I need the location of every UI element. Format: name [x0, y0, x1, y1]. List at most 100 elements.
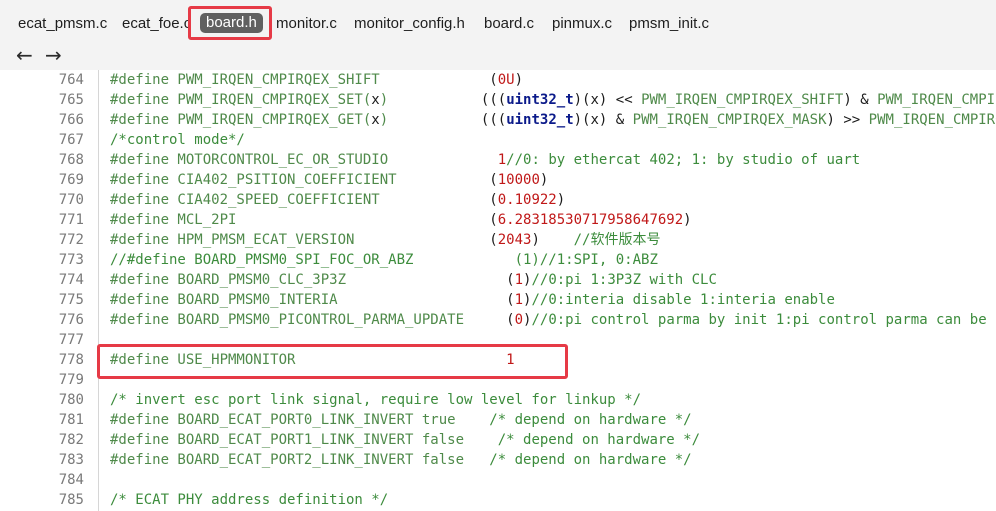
- code-line[interactable]: #define PWM_IRQEN_CMPIRQEX_SHIFT (0U): [110, 70, 523, 90]
- code-line[interactable]: #define BOARD_PMSM0_PICONTROL_PARMA_UPDA…: [110, 310, 996, 330]
- line-number: 776: [58, 312, 84, 328]
- code-token: (: [489, 172, 498, 188]
- code-token: /* ECAT PHY address definition */: [110, 492, 389, 508]
- editor-guide-line: [98, 70, 99, 511]
- code-token: ) &: [843, 92, 878, 108]
- code-line[interactable]: /*control mode*/: [110, 130, 245, 150]
- code-editor[interactable]: 764 765 766 767 768 769 770 771 772 773 774 775 776 7…: [0, 70, 996, 511]
- tab-board-c[interactable]: board.c: [484, 15, 534, 33]
- code-token: (: [506, 312, 515, 328]
- code-token: x: [371, 112, 380, 128]
- code-token: #define HPM_PMSM_ECAT_VERSION: [110, 232, 490, 248]
- code-line[interactable]: #define BOARD_ECAT_PORT1_LINK_INVERT fal…: [110, 430, 700, 450]
- code-line[interactable]: #define BOARD_ECAT_PORT2_LINK_INVERT fal…: [110, 450, 692, 470]
- editor-tab-bar: ecat_pmsm.c ecat_foe.c board.h monitor.c…: [0, 0, 996, 40]
- code-line[interactable]: #define BOARD_PMSM0_INTERIA (1)//0:inter…: [110, 290, 835, 310]
- code-token: (: [489, 192, 498, 208]
- code-line[interactable]: #define PWM_IRQEN_CMPIRQEX_GET(x) (((uin…: [110, 110, 996, 130]
- line-number: 782: [58, 432, 84, 448]
- code-line[interactable]: #define BOARD_ECAT_PORT0_LINK_INVERT tru…: [110, 410, 692, 430]
- code-line[interactable]: /* ECAT PHY address definition */: [110, 490, 388, 510]
- code-token: 1: [497, 152, 507, 168]
- code-token: #define PWM_IRQEN_CMPIRQEX_GET(: [110, 112, 372, 128]
- code-token: (: [489, 232, 498, 248]
- code-token: #define CIA402_SPEED_COEFFICIENT: [110, 192, 490, 208]
- tab-pmsm-init-c[interactable]: pmsm_init.c: [629, 15, 709, 33]
- code-line[interactable]: #define HPM_PMSM_ECAT_VERSION (2043) //软…: [110, 230, 660, 250]
- line-number: 774: [58, 272, 84, 288]
- line-number: 769: [58, 172, 84, 188]
- code-token: /* depend on hardware */: [464, 432, 701, 448]
- code-token: ): [556, 192, 566, 208]
- code-token: (: [506, 292, 515, 308]
- line-number: 770: [58, 192, 84, 208]
- line-number: 764: [58, 72, 84, 88]
- tab-monitor-c[interactable]: monitor.c: [276, 15, 337, 33]
- code-token: #define PWM_IRQEN_CMPIRQEX_SHIFT: [110, 72, 490, 88]
- code-token: (((: [480, 112, 507, 128]
- active-tab-highlight-box: [188, 6, 272, 40]
- code-line[interactable]: #define CIA402_PSITION_COEFFICIENT (1000…: [110, 170, 548, 190]
- code-token: //0:pi control parma by init 1:pi contro…: [531, 312, 996, 328]
- code-token: #define BOARD_ECAT_PORT1_LINK_INVERT fal…: [110, 432, 465, 448]
- code-token: #define MCL_2PI: [110, 212, 490, 228]
- code-token: #define BOARD_ECAT_PORT0_LINK_INVERT tru…: [110, 412, 456, 428]
- code-token: /* invert esc port link signal, require …: [110, 392, 642, 408]
- tab-monitor-config-h[interactable]: monitor_config.h: [354, 15, 465, 33]
- code-token: //软件版本号: [539, 232, 661, 248]
- code-token: ): [379, 112, 389, 128]
- line-number: 784: [58, 472, 84, 488]
- code-token: ): [379, 92, 389, 108]
- tab-ecat-pmsm-c[interactable]: ecat_pmsm.c: [18, 15, 107, 33]
- code-line[interactable]: #define MCL_2PI (6.28318530717958647692): [110, 210, 692, 230]
- code-token: uint32_t: [506, 92, 574, 108]
- code-token: #define PWM_IRQEN_CMPIRQEX_SET(: [110, 92, 372, 108]
- code-token: //0:pi 1:3P3Z with CLC: [531, 272, 717, 288]
- code-token: (: [489, 212, 498, 228]
- code-token: #define BOARD_ECAT_PORT2_LINK_INVERT fal…: [110, 452, 465, 468]
- code-token: ) >>: [826, 112, 869, 128]
- code-line[interactable]: #define PWM_IRQEN_CMPIRQEX_SET(x) (((uin…: [110, 90, 996, 110]
- line-number: 766: [58, 112, 84, 128]
- code-line[interactable]: /* invert esc port link signal, require …: [110, 390, 641, 410]
- code-token: )(x) &: [573, 112, 633, 128]
- code-token: 10000: [497, 172, 540, 188]
- forward-arrow-icon[interactable]: →: [45, 45, 62, 65]
- code-token: )(x) <<: [573, 92, 642, 108]
- code-token: ): [531, 232, 540, 248]
- line-number: 781: [58, 412, 84, 428]
- line-number: 780: [58, 392, 84, 408]
- line-number: 779: [58, 372, 84, 388]
- code-token: ): [683, 212, 692, 228]
- tab-ecat-foe-c[interactable]: ecat_foe.c: [122, 15, 191, 33]
- code-token: 6.28318530717958647692: [497, 212, 684, 228]
- code-line[interactable]: #define CIA402_SPEED_COEFFICIENT (0.1092…: [110, 190, 565, 210]
- line-number: 777: [58, 332, 84, 348]
- code-line[interactable]: #define MOTORCONTROL_EC_OR_STUDIO 1//0: …: [110, 150, 860, 170]
- code-token: //0:interia disable 1:interia enable: [531, 292, 835, 308]
- code-token: #define BOARD_PMSM0_CLC_3P3Z: [110, 272, 507, 288]
- code-token: #define CIA402_PSITION_COEFFICIENT: [110, 172, 490, 188]
- line-number: 771: [58, 212, 84, 228]
- code-token: (((: [480, 92, 507, 108]
- code-token: ): [539, 172, 549, 188]
- back-arrow-icon[interactable]: ←: [16, 45, 33, 65]
- code-token: uint32_t: [506, 112, 574, 128]
- code-token: //#define BOARD_PMSM0_SPI_FOC_OR_ABZ (1)…: [110, 252, 658, 268]
- line-number: 767: [58, 132, 84, 148]
- code-token: #define MOTORCONTROL_EC_OR_STUDIO: [110, 152, 498, 168]
- code-line[interactable]: #define BOARD_PMSM0_CLC_3P3Z (1)//0:pi 1…: [110, 270, 717, 290]
- code-token: 1: [514, 292, 524, 308]
- code-token: (: [506, 272, 515, 288]
- define-highlight-box: [97, 344, 568, 379]
- tab-pinmux-c[interactable]: pinmux.c: [552, 15, 612, 33]
- code-token: 1: [514, 272, 524, 288]
- line-number: 783: [58, 452, 84, 468]
- code-line[interactable]: //#define BOARD_PMSM0_SPI_FOC_OR_ABZ (1)…: [110, 250, 658, 270]
- code-token: 0U: [497, 72, 515, 88]
- code-token: PWM_IRQEN_CMPIRQEX_MASK): [877, 92, 996, 108]
- line-number: 772: [58, 232, 84, 248]
- code-token: //0: by ethercat 402; 1: by studio of ua…: [506, 152, 861, 168]
